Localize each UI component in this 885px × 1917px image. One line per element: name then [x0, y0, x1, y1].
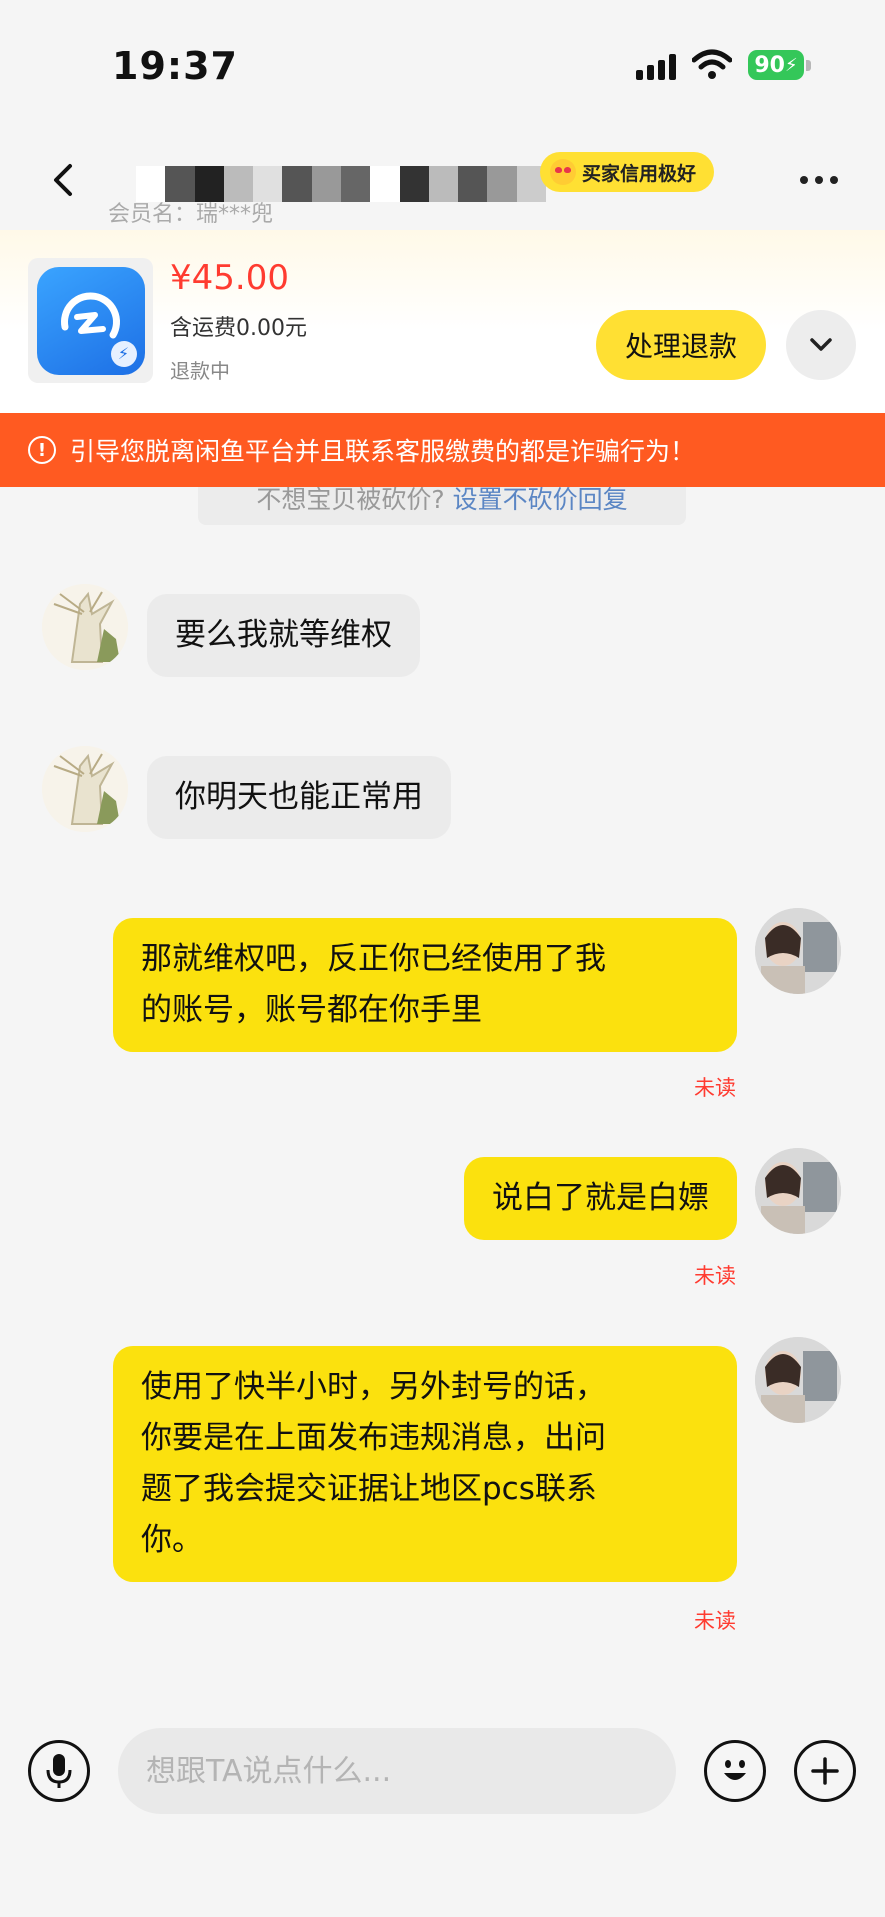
- message-line: 使用了快半小时，另外封号的话，: [141, 1369, 606, 1405]
- emoji-icon: [724, 1760, 746, 1780]
- battery-tip: [806, 60, 811, 71]
- unread-status: 未读: [694, 1609, 736, 1633]
- my-avatar[interactable]: [755, 1337, 841, 1423]
- back-icon[interactable]: [48, 160, 78, 200]
- app-logo: ⚡: [36, 266, 145, 375]
- message-line: 题了我会提交证据让地区pcs联系: [141, 1471, 597, 1507]
- fraud-warning-banner: ! 引导您脱离闲鱼平台并且联系客服缴费的都是诈骗行为！: [0, 413, 885, 487]
- my-avatar[interactable]: [755, 1148, 841, 1234]
- battery-indicator: 90 ⚡: [748, 50, 804, 80]
- bargain-tip-text: 不想宝贝被砍价?: [256, 485, 445, 514]
- signal-icon: [636, 52, 676, 80]
- emoji-button[interactable]: [704, 1740, 766, 1802]
- contact-avatar-image: [42, 746, 128, 832]
- flash-icon: ⚡: [110, 340, 137, 367]
- chat-header: 买家信用极好 会员名：瑞***兜: [0, 130, 885, 230]
- chevron-down-icon: [810, 338, 832, 351]
- warning-icon: !: [28, 436, 56, 464]
- no-bargain-reply-link[interactable]: 设置不砍价回复: [453, 485, 628, 514]
- process-refund-button[interactable]: 处理退款: [596, 310, 766, 380]
- message-line: 的账号，账号都在你手里: [141, 992, 482, 1028]
- my-avatar[interactable]: [755, 908, 841, 994]
- more-actions-button[interactable]: [794, 1740, 856, 1802]
- status-time: 19:37: [112, 44, 238, 88]
- message-line: 你。: [141, 1522, 203, 1558]
- more-icon[interactable]: [800, 176, 838, 184]
- message-line: 你要是在上面发布违规消息，出问: [141, 1420, 606, 1456]
- battery-level: 90: [754, 52, 785, 78]
- unread-status: 未读: [694, 1076, 736, 1100]
- message-bubble-outgoing[interactable]: 使用了快半小时，另外封号的话， 你要是在上面发布违规消息，出问 题了我会提交证据…: [113, 1346, 737, 1582]
- refund-status: 退款中: [170, 359, 230, 383]
- my-avatar-image: [755, 1337, 841, 1423]
- member-name: 会员名：瑞***兜: [108, 202, 274, 227]
- input-bar: [0, 1700, 885, 1917]
- product-thumbnail[interactable]: ⚡: [28, 258, 153, 383]
- contact-avatar-image: [42, 584, 128, 670]
- message-bubble-outgoing[interactable]: 说白了就是白嫖: [464, 1157, 737, 1240]
- voice-button[interactable]: [28, 1740, 90, 1802]
- message-bubble-incoming[interactable]: 你明天也能正常用: [147, 756, 451, 839]
- shipping-fee: 含运费0.00元: [170, 316, 307, 341]
- my-avatar-image: [755, 908, 841, 994]
- plus-icon: [811, 1757, 839, 1785]
- my-avatar-image: [755, 1148, 841, 1234]
- wifi-icon: [692, 49, 732, 79]
- expand-button[interactable]: [786, 310, 856, 380]
- message-bubble-incoming[interactable]: 要么我就等维权: [147, 594, 420, 677]
- contact-avatar[interactable]: [42, 584, 128, 670]
- message-bubble-outgoing[interactable]: 那就维权吧，反正你已经使用了我 的账号，账号都在你手里: [113, 918, 737, 1052]
- message-input[interactable]: [118, 1728, 676, 1814]
- status-bar: 19:37 90 ⚡: [0, 0, 885, 130]
- order-card[interactable]: ⚡ ¥45.00 含运费0.00元 退款中 处理退款: [0, 230, 885, 413]
- product-price: ¥45.00: [170, 258, 289, 298]
- heart-eyes-icon: [550, 159, 576, 185]
- contact-avatar[interactable]: [42, 746, 128, 832]
- microphone-icon: [46, 1754, 72, 1788]
- fraud-warning-text: 引导您脱离闲鱼平台并且联系客服缴费的都是诈骗行为！: [70, 437, 696, 466]
- message-line: 那就维权吧，反正你已经使用了我: [141, 941, 606, 977]
- unread-status: 未读: [694, 1264, 736, 1288]
- buyer-credit-badge: 买家信用极好: [540, 152, 715, 192]
- buyer-credit-label: 买家信用极好: [582, 162, 697, 185]
